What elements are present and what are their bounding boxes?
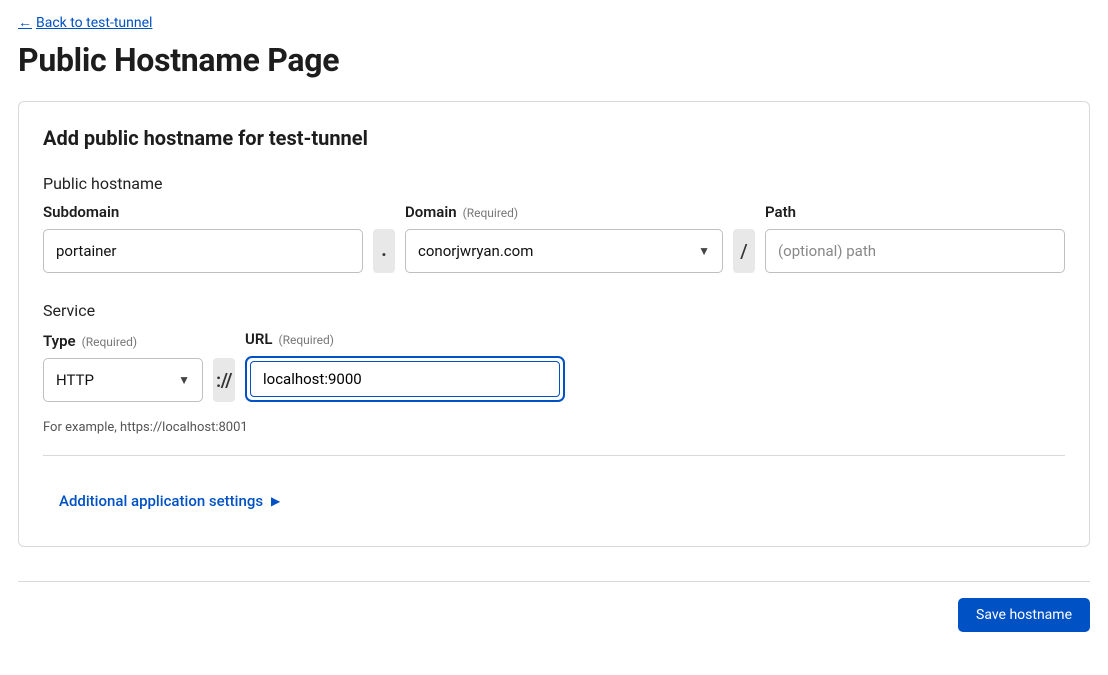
url-input[interactable] [250, 361, 560, 397]
subdomain-input[interactable] [43, 229, 363, 273]
domain-select-value: conorjwryan.com [418, 242, 533, 260]
arrow-left-icon: ← [18, 14, 32, 31]
type-select-value: HTTP [56, 371, 94, 389]
caret-down-icon: ▼ [178, 373, 190, 387]
path-input[interactable] [765, 229, 1065, 273]
additional-settings-toggle[interactable]: Additional application settings ▶ [59, 492, 280, 510]
additional-settings-label: Additional application settings [59, 492, 263, 510]
service-example-text: For example, https://localhost:8001 [43, 420, 1065, 435]
page-divider [18, 581, 1090, 582]
domain-select[interactable]: conorjwryan.com ▼ [405, 229, 723, 273]
card-title: Add public hostname for test-tunnel [43, 126, 1065, 150]
service-row: Type (Required) HTTP ▼ :// URL (Required… [43, 330, 1065, 402]
caret-down-icon: ▼ [698, 244, 710, 258]
type-group: Type (Required) HTTP ▼ [43, 332, 203, 402]
service-section-label: Service [43, 301, 1065, 320]
page-title: Public Hostname Page [18, 41, 1090, 79]
public-hostname-section-label: Public hostname [43, 174, 1065, 193]
back-link-text: Back to test-tunnel [36, 15, 152, 31]
domain-label: Domain (Required) [405, 203, 723, 221]
url-input-focus-ring [245, 356, 565, 402]
back-link[interactable]: ← Back to test-tunnel [18, 14, 152, 31]
url-group: URL (Required) [245, 330, 565, 402]
subdomain-label: Subdomain [43, 203, 363, 221]
url-label: URL (Required) [245, 330, 565, 348]
subdomain-group: Subdomain [43, 203, 363, 273]
save-hostname-button[interactable]: Save hostname [958, 598, 1090, 632]
card-divider [43, 455, 1065, 456]
scheme-separator: :// [213, 358, 235, 402]
footer-bar: Save hostname [18, 598, 1090, 632]
slash-separator: / [733, 229, 755, 273]
domain-group: Domain (Required) conorjwryan.com ▼ [405, 203, 723, 273]
path-label: Path [765, 203, 1065, 221]
caret-right-icon: ▶ [271, 494, 280, 508]
type-select[interactable]: HTTP ▼ [43, 358, 203, 402]
public-hostname-row: Subdomain . Domain (Required) conorjwrya… [43, 203, 1065, 273]
hostname-card: Add public hostname for test-tunnel Publ… [18, 101, 1090, 547]
type-label: Type (Required) [43, 332, 203, 350]
path-group: Path [765, 203, 1065, 273]
dot-separator: . [373, 229, 395, 273]
